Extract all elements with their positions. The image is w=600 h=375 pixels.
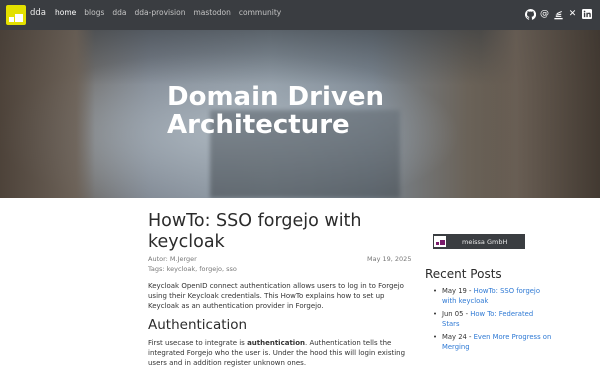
recent-post-item: May 24 - Even More Progress on Merging bbox=[432, 332, 552, 352]
section-paragraph: First usecase to integrate is authentica… bbox=[148, 338, 416, 368]
linkedin-icon[interactable] bbox=[581, 9, 592, 20]
nav-link-dda-provision[interactable]: dda-provision bbox=[135, 8, 186, 17]
recent-post-item: May 19 - HowTo: SSO forgejo with keycloa… bbox=[432, 286, 552, 306]
section-text-start: First usecase to integrate is bbox=[148, 339, 248, 347]
post-intro: Keycloak OpenID connect authentication a… bbox=[148, 282, 404, 310]
recent-post-date: May 24 - bbox=[442, 333, 474, 341]
github-icon[interactable] bbox=[524, 8, 537, 20]
sponsor-badge[interactable]: meissa GmbH bbox=[433, 234, 525, 249]
hero-bg-building-right bbox=[480, 30, 600, 198]
hero-bg-building-left bbox=[0, 30, 95, 198]
hero-title-line1: Domain Driven bbox=[167, 82, 384, 112]
hero-title: Domain Driven Architecture bbox=[167, 83, 384, 139]
dda-logo[interactable] bbox=[6, 5, 26, 25]
post-date: May 19, 2025 bbox=[367, 255, 412, 263]
meissa-logo bbox=[434, 236, 446, 247]
section-text-bold: authentication bbox=[247, 339, 305, 347]
nav-link-home[interactable]: home bbox=[55, 8, 76, 17]
recent-posts-list: May 19 - HowTo: SSO forgejo with keycloa… bbox=[432, 286, 552, 355]
xing-icon[interactable]: ✕ bbox=[567, 9, 578, 20]
brand-name[interactable]: dda bbox=[30, 8, 46, 18]
hero-title-line2: Architecture bbox=[167, 110, 350, 140]
nav-links: home blogs dda dda-provision mastodon co… bbox=[55, 8, 281, 17]
social-links: @ ✕ bbox=[524, 8, 592, 20]
recent-post-date: Jun 05 - bbox=[442, 310, 471, 318]
recent-post-date: May 19 - bbox=[442, 287, 474, 295]
nav-link-community[interactable]: community bbox=[239, 8, 281, 17]
nav-link-mastodon[interactable]: mastodon bbox=[193, 8, 230, 17]
sponsor-name: meissa GmbH bbox=[462, 237, 508, 246]
recent-posts-heading: Recent Posts bbox=[425, 267, 502, 281]
top-navbar: dda home blogs dda dda-provision mastodo… bbox=[0, 0, 600, 30]
stack-icon[interactable] bbox=[553, 9, 564, 20]
recent-post-item: Jun 05 - How To: Federated Stars bbox=[432, 309, 552, 329]
post-tags: Tags: keycloak, forgejo, sso bbox=[148, 265, 237, 273]
mastodon-icon[interactable]: @ bbox=[539, 9, 550, 20]
post-title[interactable]: HowTo: SSO forgejo with keycloak bbox=[148, 211, 398, 253]
nav-link-dda[interactable]: dda bbox=[112, 8, 126, 17]
section-heading: Authentication bbox=[148, 317, 248, 333]
nav-link-blogs[interactable]: blogs bbox=[84, 8, 104, 17]
post-author: Autor: M.Jerger bbox=[148, 255, 197, 263]
